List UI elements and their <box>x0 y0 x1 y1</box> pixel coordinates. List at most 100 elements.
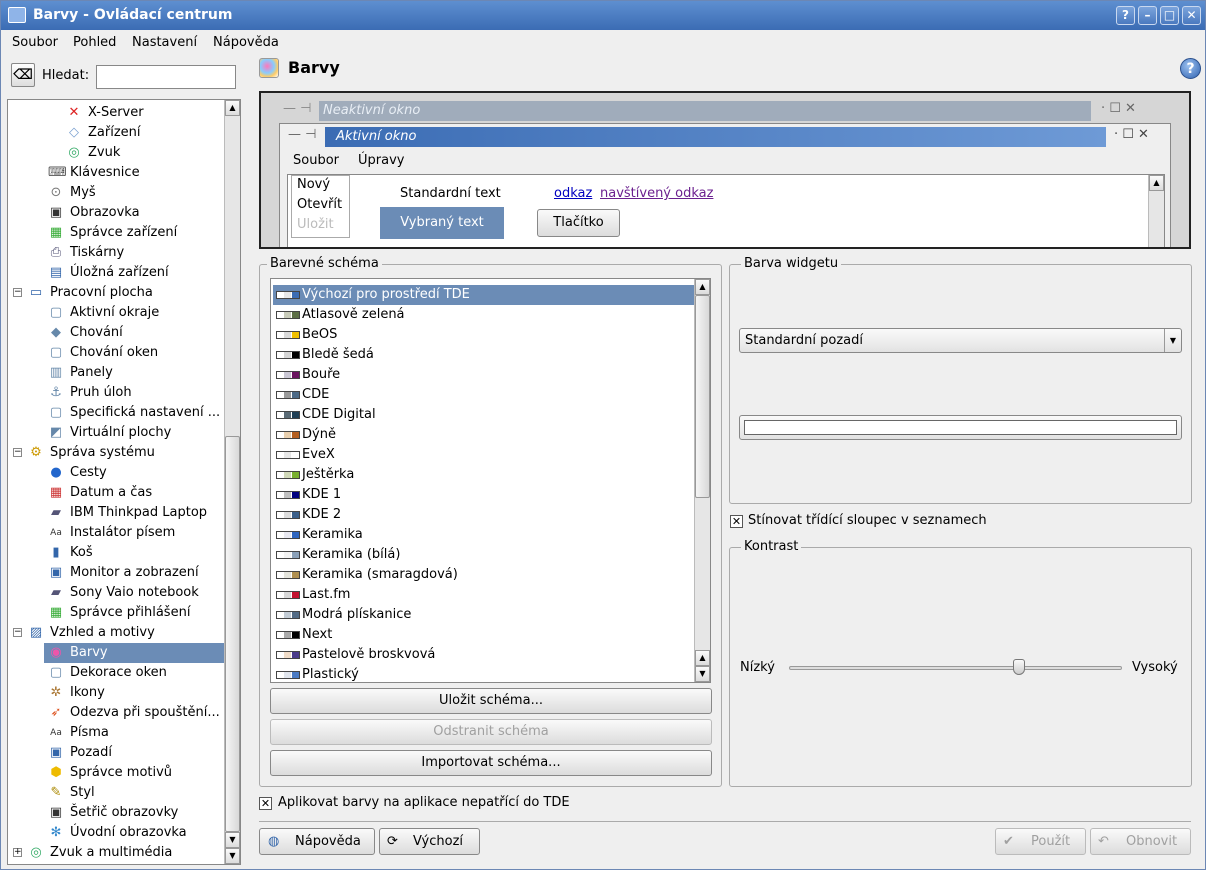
tree-item[interactable]: ▢ Specifická nastavení ... <box>48 403 224 423</box>
scheme-item[interactable]: EveX <box>273 445 694 465</box>
scroll-thumb[interactable] <box>695 295 710 498</box>
tree-item[interactable]: Aa Písma <box>48 723 224 743</box>
tree-item[interactable]: ◆ Chování <box>48 323 224 343</box>
remove-scheme-button[interactable]: Odstranit schéma <box>270 719 712 745</box>
tree-item[interactable]: ▤ Úložná zařízení <box>48 263 224 283</box>
widget-color-select[interactable]: Standardní pozadí ▼ <box>739 328 1182 353</box>
scheme-scrollbar[interactable]: ▲ ▲ ▼ <box>694 279 710 682</box>
scroll-down-icon-2[interactable]: ▼ <box>225 848 240 864</box>
contrast-slider-handle[interactable] <box>1013 659 1025 675</box>
scheme-item[interactable]: Next <box>273 625 694 645</box>
scroll-thumb[interactable] <box>225 436 240 832</box>
menu-soubor[interactable]: Soubor <box>12 32 58 54</box>
menu-pohled[interactable]: Pohled <box>73 32 116 54</box>
tree-item[interactable]: ▨ Vzhled a motivy <box>28 623 224 643</box>
scheme-item[interactable]: Výchozí pro prostředí TDE <box>273 285 694 305</box>
scheme-item[interactable]: Keramika (smaragdová) <box>273 565 694 585</box>
tree-item[interactable]: ▣ Monitor a zobrazení <box>48 563 224 583</box>
tree-item[interactable]: ▦ Správce přihlášení <box>48 603 224 623</box>
save-scheme-button[interactable]: Uložit schéma... <box>270 688 712 714</box>
scheme-item[interactable]: Keramika <box>273 525 694 545</box>
import-scheme-button[interactable]: Importovat schéma... <box>270 750 712 776</box>
tree-scrollbar[interactable]: ▲ ▼ ▼ <box>224 100 240 864</box>
menu-nastaveni[interactable]: Nastavení <box>132 32 197 54</box>
scroll-up-icon[interactable]: ▲ <box>695 279 710 295</box>
collapse-icon[interactable]: − <box>13 448 22 457</box>
help-icon[interactable]: ? <box>1180 58 1201 79</box>
widget-color-label: Barva widgetu <box>741 256 842 271</box>
menu-napoveda[interactable]: Nápověda <box>213 32 279 54</box>
tree-item[interactable]: ▢ Dekorace oken <box>48 663 224 683</box>
tree-item[interactable]: ▢ Aktivní okraje <box>48 303 224 323</box>
tree-item[interactable]: ✎ Styl <box>48 783 224 803</box>
scheme-item[interactable]: Bledě šedá <box>273 345 694 365</box>
scheme-item[interactable]: Pastelově broskvová <box>273 645 694 665</box>
defaults-button[interactable]: ⟳ Výchozí <box>379 828 480 855</box>
collapse-icon[interactable]: − <box>13 628 22 637</box>
maximize-button[interactable]: □ <box>1160 6 1179 25</box>
scheme-item[interactable]: Dýně <box>273 425 694 445</box>
tree-item[interactable]: ⎙ Tiskárny <box>48 243 224 263</box>
tree-item[interactable]: ➶ Odezva při spouštění... <box>48 703 224 723</box>
tree-item[interactable]: ▦ Datum a čas <box>48 483 224 503</box>
tree-item[interactable]: ▣ Pozadí <box>48 743 224 763</box>
tree-item[interactable]: ⚙ Správa systému <box>28 443 224 463</box>
scroll-up-icon-2[interactable]: ▲ <box>695 650 710 666</box>
contrast-slider-track[interactable] <box>789 666 1122 670</box>
apply-button[interactable]: ✔ Použít <box>995 828 1086 855</box>
scheme-item[interactable]: CDE Digital <box>273 405 694 425</box>
collapse-icon[interactable]: − <box>13 288 22 297</box>
scheme-item[interactable]: Keramika (bílá) <box>273 545 694 565</box>
tree-item-label: Styl <box>70 785 95 800</box>
scheme-item[interactable]: KDE 1 <box>273 485 694 505</box>
close-button[interactable]: ✕ <box>1182 6 1201 25</box>
tree-item[interactable]: Aa Instalátor písem <box>48 523 224 543</box>
scheme-item[interactable]: Atlasově zelená <box>273 305 694 325</box>
tree-item[interactable]: ● Cesty <box>48 463 224 483</box>
scheme-item[interactable]: CDE <box>273 385 694 405</box>
tree-item[interactable]: ▮ Koš <box>48 543 224 563</box>
tree-item[interactable]: ✲ Ikony <box>48 683 224 703</box>
tree-item[interactable]: ✻ Úvodní obrazovka <box>48 823 224 843</box>
tree-item[interactable]: ◎ Zvuk <box>66 143 224 163</box>
tree-item[interactable]: ▭ Pracovní plocha <box>28 283 224 303</box>
title-bar[interactable]: Barvy - Ovládací centrum ? – □ ✕ <box>1 1 1205 30</box>
scheme-item[interactable]: Last.fm <box>273 585 694 605</box>
search-input[interactable] <box>96 65 236 89</box>
tree-item[interactable]: ▣ Obrazovka <box>48 203 224 223</box>
clear-search-icon[interactable]: ⌫ <box>11 63 35 87</box>
tree-item[interactable]: ⊙ Myš <box>48 183 224 203</box>
scheme-item[interactable]: Bouře <box>273 365 694 385</box>
scheme-item[interactable]: Ještěrka <box>273 465 694 485</box>
tree-item[interactable]: ▰ IBM Thinkpad Laptop <box>48 503 224 523</box>
scroll-down-icon[interactable]: ▼ <box>695 666 710 682</box>
tree-item[interactable]: ⌨ Klávesnice <box>48 163 224 183</box>
tree-item[interactable]: ▥ Panely <box>48 363 224 383</box>
tree-item[interactable]: ▰ Sony Vaio notebook <box>48 583 224 603</box>
tree-item-label: Odezva při spouštění... <box>70 705 220 720</box>
scroll-up-icon[interactable]: ▲ <box>225 100 240 116</box>
tree-item[interactable]: ▣ Šetřič obrazovky <box>48 803 224 823</box>
apply-colors-checkbox[interactable]: ✕ <box>259 797 272 810</box>
scheme-item[interactable]: KDE 2 <box>273 505 694 525</box>
minimize-button[interactable]: – <box>1138 6 1157 25</box>
expand-icon[interactable]: + <box>13 848 22 857</box>
tree-item[interactable]: ◩ Virtuální plochy <box>48 423 224 443</box>
tree-item[interactable]: ⚓ Pruh úloh <box>48 383 224 403</box>
tree-item[interactable]: ◉ Barvy <box>44 643 224 663</box>
tree-item[interactable]: ◎ Zvuk a multimédia <box>28 843 224 863</box>
shade-sorted-checkbox[interactable]: ✕ <box>730 515 743 528</box>
scroll-down-icon[interactable]: ▼ <box>225 832 240 848</box>
tree-item[interactable]: ▦ Správce zařízení <box>48 223 224 243</box>
reset-button[interactable]: ↶ Obnovit <box>1090 828 1191 855</box>
color-picker-button[interactable] <box>739 415 1182 440</box>
tree-item[interactable]: ✕ X-Server <box>66 103 224 123</box>
help-button[interactable]: ◍ Nápověda <box>259 828 375 855</box>
scheme-item[interactable]: Plastický <box>273 665 694 682</box>
tree-item[interactable]: ▢ Chování oken <box>48 343 224 363</box>
help-title-button[interactable]: ? <box>1116 6 1135 25</box>
scheme-item[interactable]: BeOS <box>273 325 694 345</box>
scheme-item[interactable]: Modrá plískanice <box>273 605 694 625</box>
tree-item[interactable]: ⬢ Správce motivů <box>48 763 224 783</box>
tree-item[interactable]: ◇ Zařízení <box>66 123 224 143</box>
